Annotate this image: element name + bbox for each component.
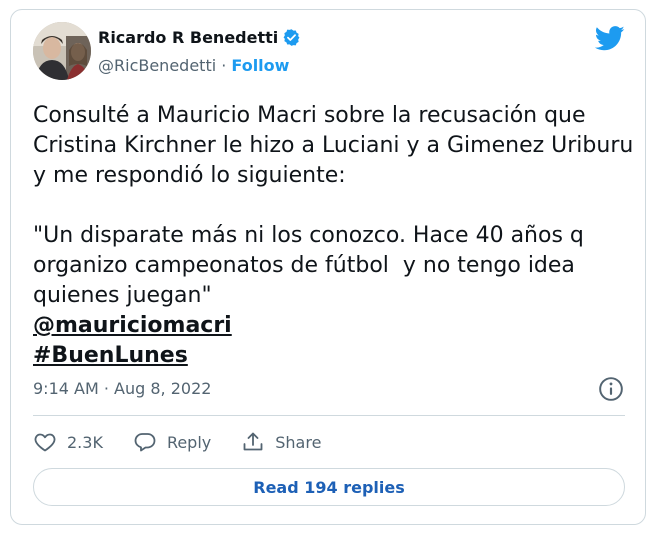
avatar-image — [33, 22, 91, 80]
share-label: Share — [275, 432, 322, 452]
tweet-date: Aug 8, 2022 — [114, 379, 212, 398]
author-handle[interactable]: @RicBenedetti — [98, 56, 216, 75]
verified-badge-icon — [283, 29, 300, 46]
author-handle-row: @RicBenedetti · Follow — [98, 56, 289, 75]
author-name[interactable]: Ricardo R Benedetti — [98, 28, 278, 47]
read-replies-button[interactable]: Read 194 replies — [33, 468, 625, 506]
tweet-text: Consulté a Mauricio Macri sobre la recus… — [33, 103, 634, 308]
tweet-actions: 2.3K Reply Share — [33, 430, 351, 454]
share-icon — [243, 432, 263, 451]
reply-label: Reply — [166, 432, 212, 452]
follow-button[interactable]: Follow — [231, 56, 289, 75]
reply-icon — [134, 433, 156, 452]
tweet-card: Ricardo R Benedetti @RicBenedetti · Foll… — [10, 9, 646, 525]
handle-separator: · — [216, 56, 232, 75]
share-button[interactable]: Share — [241, 430, 321, 454]
tweet-timestamp[interactable]: 9:14 AM · Aug 8, 2022 — [33, 379, 211, 398]
heart-icon — [34, 433, 56, 452]
tweet-time: 9:14 AM — [33, 379, 99, 398]
divider — [33, 415, 625, 416]
like-count: 2.3K — [67, 432, 103, 452]
meta-separator: · — [98, 379, 115, 398]
avatar[interactable] — [33, 22, 91, 80]
like-button[interactable]: 2.3K — [33, 430, 103, 454]
tweet-body: Consulté a Mauricio Macri sobre la recus… — [33, 101, 643, 371]
info-icon[interactable] — [598, 376, 624, 402]
reply-button[interactable]: Reply — [133, 430, 211, 454]
twitter-bird-icon[interactable] — [595, 26, 625, 51]
hashtag-link[interactable]: #BuenLunes — [33, 341, 643, 371]
mention-link[interactable]: @mauriciomacri — [33, 311, 643, 341]
author-name-row: Ricardo R Benedetti — [98, 28, 301, 47]
